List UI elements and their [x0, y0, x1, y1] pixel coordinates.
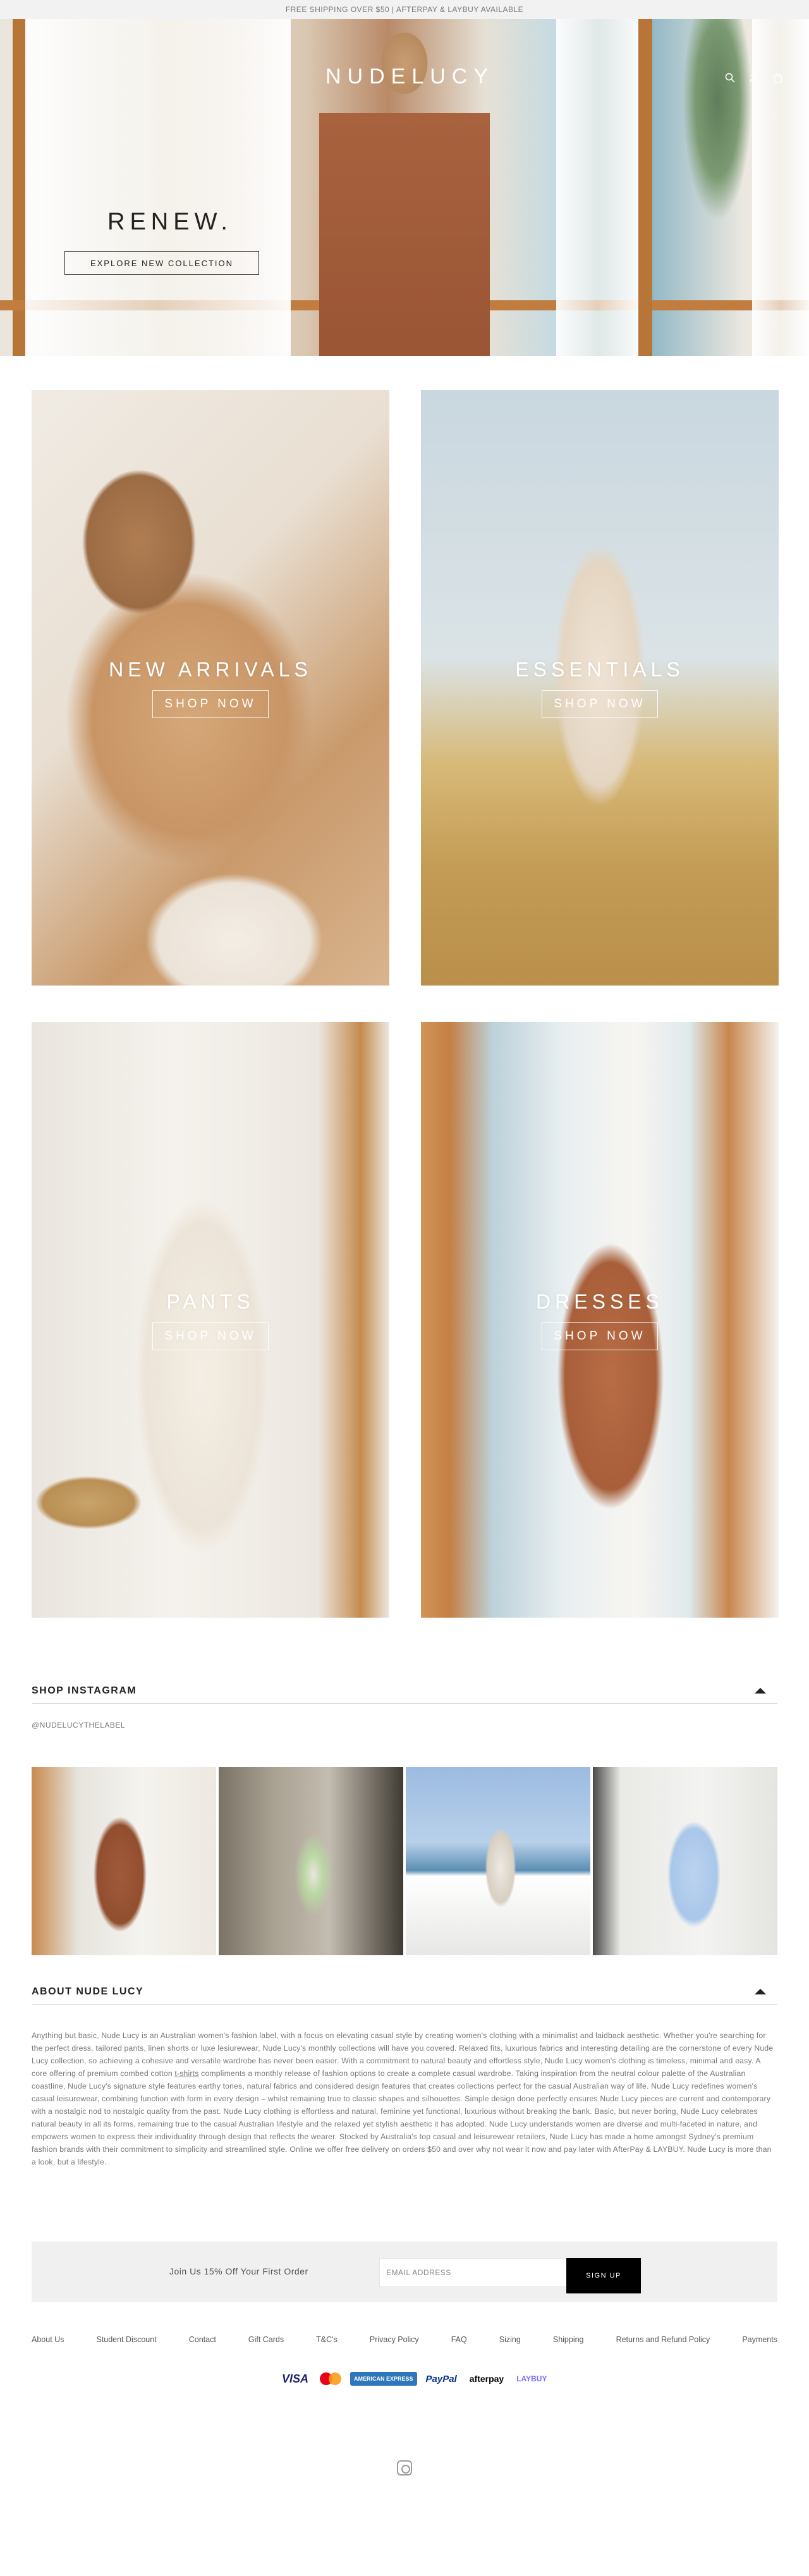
- about-text: Anything but basic, Nude Lucy is an Aust…: [32, 2029, 777, 2168]
- shop-now-button[interactable]: SHOP NOW: [542, 690, 658, 718]
- footer-link-student-discount[interactable]: Student Discount: [96, 2335, 156, 2344]
- hero-title: RENEW.: [107, 209, 233, 235]
- amex-icon: AMERICAN EXPRESS: [350, 2372, 417, 2386]
- footer-link-sizing[interactable]: Sizing: [499, 2335, 521, 2344]
- instagram-post[interactable]: [406, 1767, 590, 1955]
- collection-title: PANTS: [166, 1290, 255, 1313]
- instagram-feed: [32, 1767, 777, 1955]
- footer-link-terms[interactable]: T&C's: [316, 2335, 338, 2344]
- footer-link-gift-cards[interactable]: Gift Cards: [248, 2335, 284, 2344]
- sign-up-button[interactable]: SIGN UP: [566, 2258, 641, 2293]
- about-heading: ABOUT NUDE LUCY: [32, 1986, 144, 1997]
- newsletter-signup: Join Us 15% Off Your First Order SIGN UP: [32, 2242, 777, 2302]
- hero-trees: [683, 19, 752, 221]
- curtain-right: [752, 19, 809, 356]
- footer-links: About Us Student Discount Contact Gift C…: [32, 2335, 777, 2344]
- collection-title: DRESSES: [536, 1290, 664, 1313]
- window-frame-right: [638, 19, 652, 356]
- instagram-post[interactable]: [32, 1767, 216, 1955]
- instagram-handle[interactable]: @NUDELUCYTHELABEL: [32, 1721, 125, 1730]
- footer-link-contact[interactable]: Contact: [189, 2335, 216, 2344]
- instagram-section-header[interactable]: SHOP INSTAGRAM: [32, 1678, 777, 1704]
- dresses-image: [421, 1022, 779, 1618]
- pants-image: [32, 1022, 389, 1618]
- announcement-bar: FREE SHIPPING OVER $50 | AFTERPAY & LAYB…: [0, 0, 809, 19]
- laybuy-icon: LAYBUY: [516, 2374, 547, 2383]
- explore-collection-button[interactable]: EXPLORE NEW COLLECTION: [64, 251, 259, 275]
- visa-icon: VISA: [282, 2372, 309, 2385]
- payment-methods: VISA AMERICAN EXPRESS PayPal afterpay LA…: [278, 2372, 550, 2386]
- shop-now-button[interactable]: SHOP NOW: [152, 690, 269, 718]
- collection-tile-dresses[interactable]: DRESSES SHOP NOW: [421, 1022, 779, 1618]
- chevron-up-icon[interactable]: [755, 1989, 766, 1994]
- collection-tile-new-arrivals[interactable]: NEW ARRIVALS SHOP NOW: [32, 390, 389, 986]
- essentials-image: [421, 390, 779, 986]
- footer-link-payments[interactable]: Payments: [742, 2335, 777, 2344]
- shop-now-button[interactable]: SHOP NOW: [542, 1322, 658, 1350]
- shop-now-button[interactable]: SHOP NOW: [152, 1322, 269, 1350]
- header-icons: [724, 72, 784, 83]
- mastercard-icon: [317, 2372, 345, 2386]
- footer-link-faq[interactable]: FAQ: [451, 2335, 467, 2344]
- footer-link-about-us[interactable]: About Us: [32, 2335, 64, 2344]
- hero-banner[interactable]: NUDELUCY RENEW. EXPLORE NEW COLLECTION: [0, 19, 809, 356]
- paypal-icon: PayPal: [425, 2373, 457, 2384]
- collection-tile-pants[interactable]: PANTS SHOP NOW: [32, 1022, 389, 1618]
- afterpay-icon: afterpay: [469, 2374, 504, 2384]
- account-icon[interactable]: [748, 72, 760, 83]
- footer-link-returns[interactable]: Returns and Refund Policy: [616, 2335, 710, 2344]
- collection-title: ESSENTIALS: [515, 657, 684, 681]
- curtain-middle: [556, 19, 638, 356]
- instagram-heading: SHOP INSTAGRAM: [32, 1685, 137, 1696]
- cart-icon[interactable]: [772, 72, 784, 83]
- chevron-up-icon[interactable]: [755, 1688, 766, 1694]
- collection-title: NEW ARRIVALS: [109, 657, 312, 681]
- about-section-header[interactable]: ABOUT NUDE LUCY: [32, 1979, 777, 2005]
- footer-link-privacy-policy[interactable]: Privacy Policy: [370, 2335, 419, 2344]
- instagram-post[interactable]: [593, 1767, 777, 1955]
- newsletter-label: Join Us 15% Off Your First Order: [169, 2266, 308, 2276]
- email-input[interactable]: [379, 2258, 569, 2287]
- new-arrivals-image: [32, 390, 389, 986]
- tshirts-link[interactable]: t-shirts: [174, 2069, 198, 2078]
- site-logo[interactable]: NUDELUCY: [325, 64, 494, 89]
- about-text-part: compliments a monthly release of fashion…: [32, 2069, 772, 2166]
- curtain-left: [25, 19, 291, 356]
- footer-link-shipping[interactable]: Shipping: [553, 2335, 584, 2344]
- collection-tile-essentials[interactable]: ESSENTIALS SHOP NOW: [421, 390, 779, 986]
- search-icon[interactable]: [724, 72, 736, 83]
- instagram-icon[interactable]: [397, 2460, 412, 2475]
- instagram-post[interactable]: [219, 1767, 403, 1955]
